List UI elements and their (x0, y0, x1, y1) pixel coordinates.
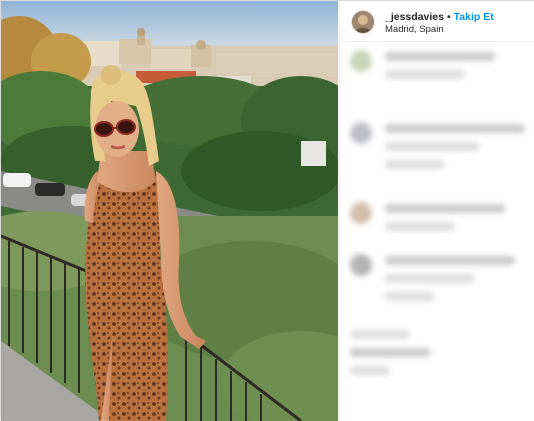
comment-avatar (350, 254, 372, 276)
follow-button[interactable]: Takip Et (454, 11, 494, 23)
post-side-panel: _jessdavies • Takip Et Madrid, Spain (339, 1, 534, 421)
comment-line (385, 274, 475, 283)
instagram-post: _jessdavies • Takip Et Madrid, Spain (0, 0, 534, 421)
comment-avatar (350, 122, 372, 144)
post-header: _jessdavies • Takip Et Madrid, Spain (340, 1, 534, 42)
comment-line (350, 366, 390, 375)
comment-avatar (350, 202, 372, 224)
post-photo[interactable] (1, 1, 338, 421)
separator-dot: • (446, 11, 451, 23)
comment-line (385, 52, 495, 61)
comment-line (385, 222, 455, 231)
comments-blurred (340, 42, 534, 421)
comment-line (385, 256, 515, 265)
comment-line (385, 70, 465, 79)
username-link[interactable]: _jessdavies (385, 11, 444, 23)
comment-line (385, 160, 445, 169)
user-avatar[interactable] (351, 10, 375, 34)
comment-line (385, 124, 525, 133)
location-link[interactable]: Madrid, Spain (385, 24, 444, 35)
comment-line (350, 330, 410, 339)
avatar-icon (352, 11, 374, 33)
comment-line (385, 142, 480, 151)
photo-image (1, 1, 338, 421)
comment-avatar (350, 50, 372, 72)
comment-line (385, 292, 435, 301)
comment-line (385, 204, 505, 213)
username-row: _jessdavies • Takip Et (385, 11, 494, 23)
comment-line (350, 348, 430, 357)
